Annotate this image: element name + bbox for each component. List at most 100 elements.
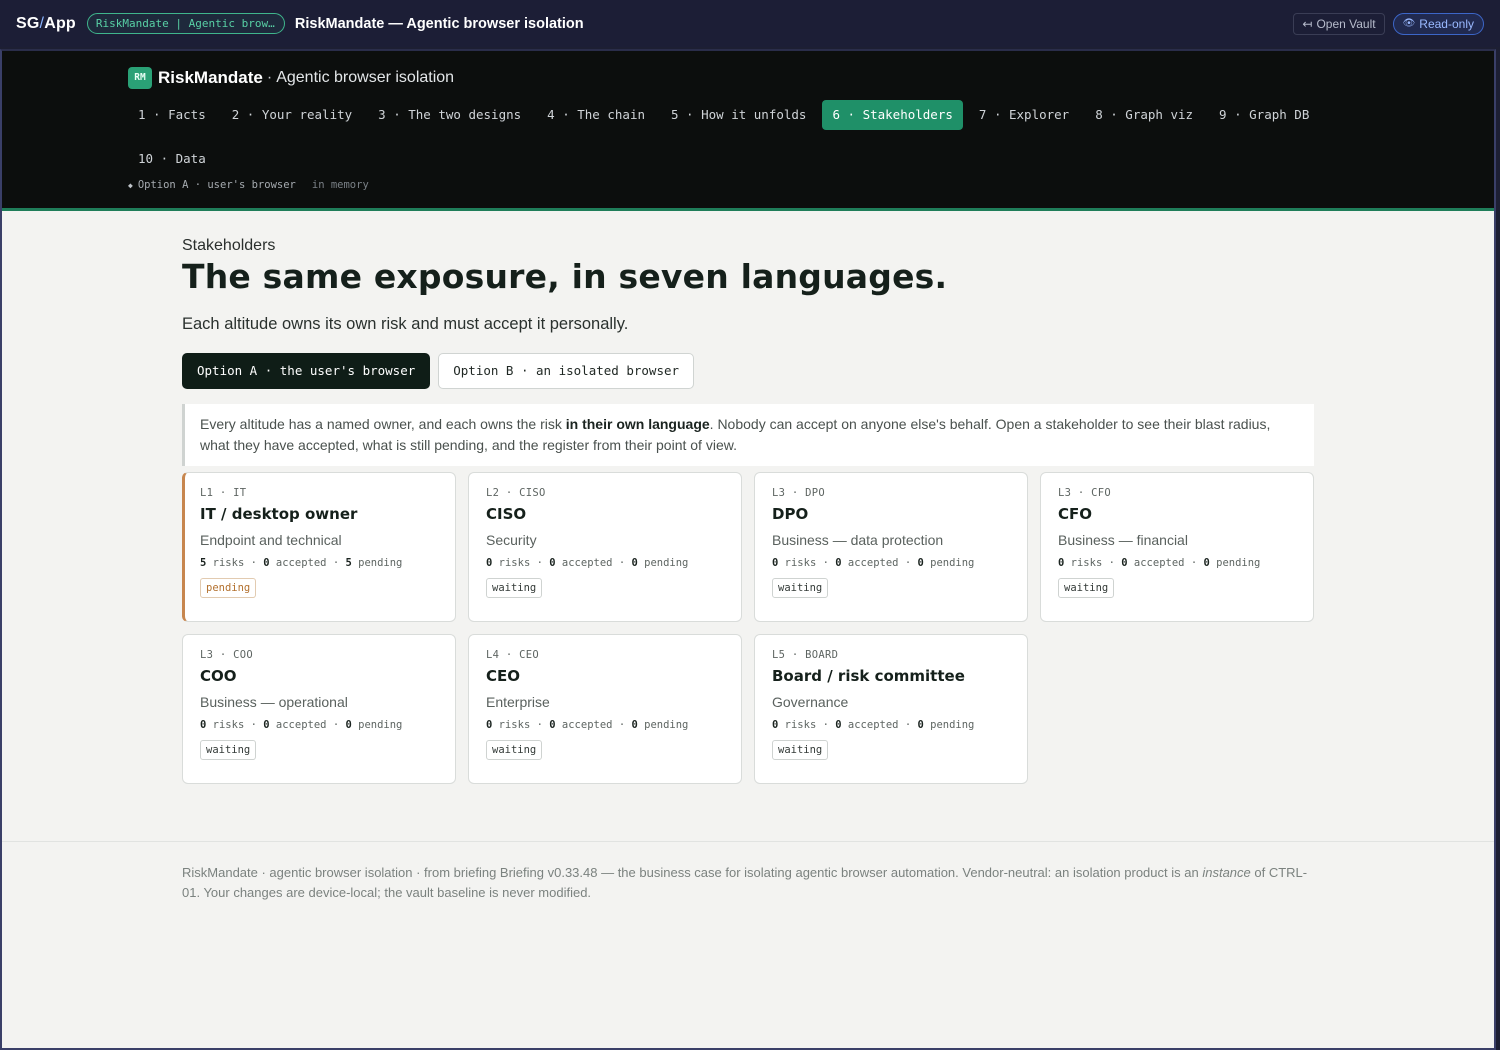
tab-graph-db[interactable]: 9 · Graph DB [1209,100,1319,130]
card-level-code: L3 · COO [200,649,253,661]
pending-count: 0 [917,557,924,569]
risks-word: risks [212,719,245,731]
tab-stakeholders[interactable]: 6 · Stakeholders [822,100,963,130]
stakeholder-card-it[interactable]: L1 · IT IT / desktop owner Endpoint and … [182,472,456,622]
tab-explorer[interactable]: 7 · Explorer [969,100,1079,130]
header-title: RM RiskMandate · Agentic browser isolati… [128,67,454,89]
status-storage: in memory [311,179,369,191]
risks-word: risks [212,557,245,569]
card-stats: 0 risks · 0 accepted · 0 pending [486,719,725,731]
accepted-word: accepted [847,557,899,569]
card-stats: 0 risks · 0 accepted · 0 pending [772,719,1011,731]
diamond-icon: ◆ [128,180,133,190]
tab-your-reality[interactable]: 2 · Your reality [222,100,362,130]
stat-sep: · [536,557,543,569]
risk-count: 0 [486,557,493,569]
card-title: IT / desktop owner [200,505,358,523]
stakeholder-card-cfo[interactable]: L3 · CFO CFO Business — financial 0 risk… [1040,472,1314,622]
callout-text-start: Every altitude has a named owner, and ea… [200,416,566,432]
card-level-code: L3 · CFO [1058,487,1111,499]
accepted-word: accepted [847,719,899,731]
app-brand[interactable]: SG/App [16,15,76,33]
risk-count: 0 [1058,557,1065,569]
risks-word: risks [784,557,817,569]
stakeholder-card-dpo[interactable]: L3 · DPO DPO Business — data protection … [754,472,1028,622]
option-toggle: Option A · the user's browser Option B ·… [182,353,695,389]
risks-word: risks [498,557,531,569]
pending-word: pending [358,557,403,569]
stakeholder-card-coo[interactable]: L3 · COO COO Business — operational 0 ri… [182,634,456,784]
stat-sep: · [822,719,829,731]
app-frame: RM RiskMandate · Agentic browser isolati… [0,49,1496,1050]
pending-word: pending [930,719,975,731]
pending-count: 0 [631,557,638,569]
tab-two-designs[interactable]: 3 · The two designs [368,100,531,130]
pending-count: 5 [345,557,352,569]
card-level-code: L1 · IT [200,487,247,499]
risks-word: risks [498,719,531,731]
page-title: The same exposure, in seven languages. [182,257,948,296]
stat-sep: · [618,557,626,569]
stat-sep: · [250,557,257,569]
status-badge: waiting [486,578,543,598]
card-level-code: L4 · CEO [486,649,539,661]
tab-graph-viz[interactable]: 8 · Graph viz [1085,100,1203,130]
card-stats: 0 risks · 0 accepted · 0 pending [1058,557,1297,569]
header-subtitle: Agentic browser isolation [276,69,455,86]
accepted-count: 0 [835,719,842,731]
card-stats: 0 risks · 0 accepted · 0 pending [486,557,725,569]
stakeholder-card-board[interactable]: L5 · BOARD Board / risk committee Govern… [754,634,1028,784]
status-badge: pending [200,578,257,598]
card-subtitle: Endpoint and technical [200,532,342,548]
page-lede: Each altitude owns its own risk and must… [182,315,629,333]
card-stats: 0 risks · 0 accepted · 0 pending [772,557,1011,569]
tab-how-it-unfolds[interactable]: 5 · How it unfolds [661,100,816,130]
stat-sep: · [618,719,626,731]
status-badge: waiting [772,578,829,598]
risk-count: 0 [772,557,779,569]
card-stats: 5 risks · 0 accepted · 5 pending [200,557,439,569]
read-only-badge[interactable]: 👁 Read-only [1392,12,1484,35]
tab-the-chain[interactable]: 4 · The chain [537,100,655,130]
stat-sep: · [1108,557,1115,569]
stakeholder-card-ciso[interactable]: L2 · CISO CISO Security 0 risks · 0 acce… [468,472,742,622]
option-b-button[interactable]: Option B · an isolated browser [438,353,695,389]
brand-right: App [44,14,76,32]
card-title: CISO [486,505,527,523]
section-eyebrow: Stakeholders [182,237,276,254]
card-level-code: L5 · BOARD [772,649,839,661]
card-title: CFO [1058,505,1093,523]
eye-icon: 👁 [1402,17,1416,29]
card-level-code: L3 · DPO [772,487,825,499]
card-subtitle: Enterprise [486,694,550,710]
stakeholder-card-ceo[interactable]: L4 · CEO CEO Enterprise 0 risks · 0 acce… [468,634,742,784]
accepted-word: accepted [561,719,613,731]
read-only-label: Read-only [1419,16,1474,31]
pending-count: 0 [1203,557,1210,569]
card-subtitle: Business — data protection [772,532,944,548]
accepted-word: accepted [561,557,613,569]
accepted-count: 0 [1121,557,1128,569]
app-bar: SG/App RiskMandate | Agentic browser iso… [0,0,1500,47]
tab-facts[interactable]: 1 · Facts [128,100,216,130]
section-tabs: 1 · Facts 2 · Your reality 3 · The two d… [128,100,1328,174]
vault-pill[interactable]: RiskMandate | Agentic browser isolation [86,13,285,34]
stat-sep: · [904,557,912,569]
option-a-button[interactable]: Option A · the user's browser [182,353,431,389]
stat-sep: · [1190,557,1198,569]
open-vault-button[interactable]: ↤ Open Vault [1293,12,1385,35]
card-subtitle: Security [486,532,537,548]
risk-count: 0 [772,719,779,731]
card-stats: 0 risks · 0 accepted · 0 pending [200,719,439,731]
app-actions: ↤ Open Vault 👁 Read-only [1293,12,1484,35]
pending-count: 0 [631,719,638,731]
tab-data[interactable]: 10 · Data [128,144,216,174]
stat-sep: · [332,719,340,731]
status-option: Option A · user's browser [137,179,296,191]
risks-word: risks [784,719,817,731]
stakeholder-grid: L1 · IT IT / desktop owner Endpoint and … [182,472,1316,784]
accepted-count: 0 [549,719,556,731]
card-subtitle: Governance [772,694,849,710]
pending-word: pending [644,719,689,731]
status-line: ◆ Option A · user's browser in memory [128,179,369,191]
